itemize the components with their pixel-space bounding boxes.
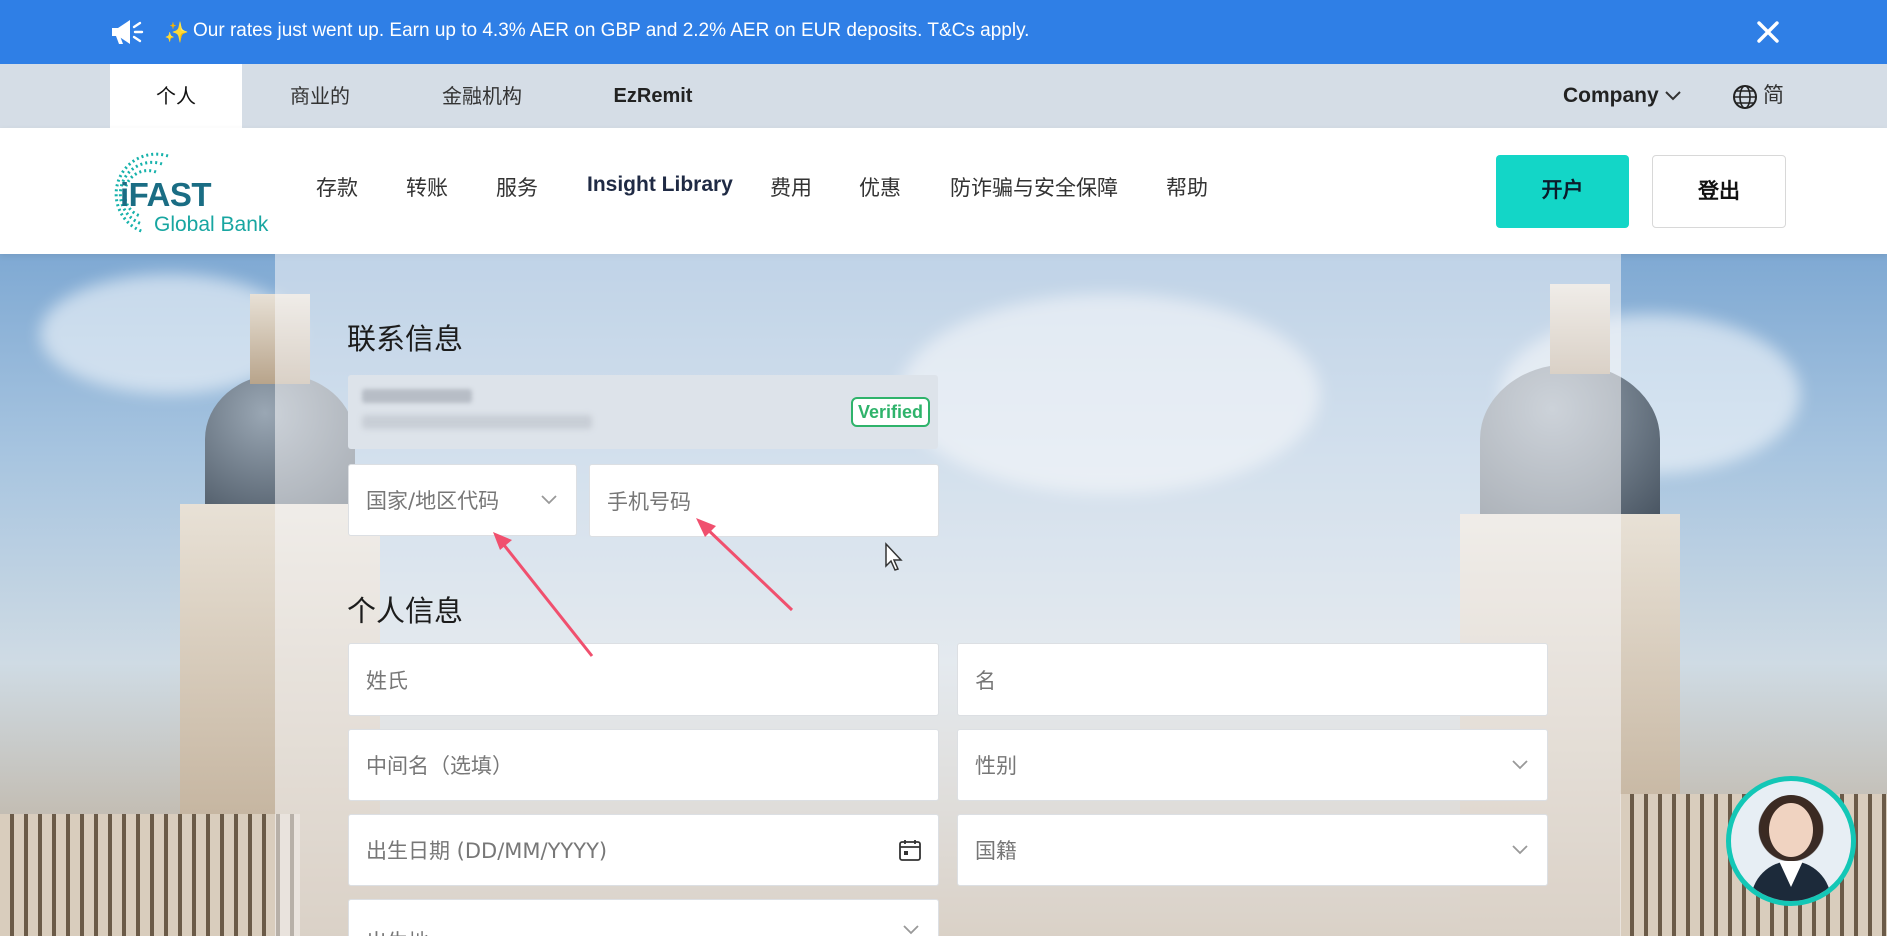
segment-tab-financial-institutions[interactable]: 金融机构: [428, 64, 536, 128]
mobile-number-placeholder: 手机号码: [607, 489, 691, 514]
given-name-placeholder: 名: [975, 668, 996, 693]
chevron-down-icon[interactable]: [1664, 90, 1682, 102]
nav-item-help[interactable]: 帮助: [1166, 172, 1208, 202]
nav-item-deposits[interactable]: 存款: [316, 172, 358, 202]
nav-item-services[interactable]: 服务: [496, 172, 538, 202]
announcement-banner: ✨ Our rates just went up. Earn up to 4.3…: [0, 0, 1887, 64]
globe-icon[interactable]: [1732, 84, 1758, 110]
contact-info-heading: 联系信息: [347, 322, 464, 356]
redacted-email: [362, 415, 592, 429]
nav-item-fraud-security[interactable]: 防诈骗与安全保障: [950, 172, 1118, 202]
redacted-name: [362, 389, 472, 403]
logout-button[interactable]: 登出: [1652, 155, 1786, 228]
logo-subtitle: Global Bank: [154, 213, 269, 236]
avatar-face: [1769, 803, 1813, 857]
language-switch[interactable]: 简: [1763, 64, 1784, 128]
ifast-logo[interactable]: iFAST Global Bank: [108, 146, 288, 238]
nav-item-promotions[interactable]: 优惠: [859, 172, 901, 202]
verified-badge: Verified: [851, 397, 931, 427]
chat-support-avatar[interactable]: [1726, 776, 1856, 906]
mobile-number-input[interactable]: 手机号码: [589, 464, 939, 537]
mouse-cursor-icon: [885, 542, 903, 571]
surname-placeholder: 姓氏: [366, 668, 408, 693]
surname-input[interactable]: 姓氏: [348, 643, 939, 716]
chevron-down-icon: [541, 495, 557, 505]
registration-form-panel: 联系信息 Verified 国家/地区代码 手机号码 个人信息 姓氏 名 中间名…: [275, 254, 1621, 936]
segment-bar: 个人 商业的 金融机构 EzRemit Company 简: [0, 64, 1887, 128]
main-navigation: iFAST Global Bank 存款 转账 服务 Insight Libra…: [0, 128, 1887, 254]
chevron-down-icon: [1512, 845, 1528, 855]
sparkle-emoji: ✨: [164, 22, 189, 44]
nav-item-insight-library[interactable]: Insight Library: [587, 173, 733, 197]
given-name-input[interactable]: 名: [957, 643, 1548, 716]
segment-tab-business[interactable]: 商业的: [270, 64, 370, 128]
chevron-down-icon: [1512, 760, 1528, 770]
nav-item-transfers[interactable]: 转账: [406, 172, 448, 202]
country-code-placeholder: 国家/地区代码: [366, 489, 500, 513]
gender-select[interactable]: 性别: [957, 729, 1548, 801]
calendar-icon[interactable]: [898, 838, 922, 862]
nationality-placeholder: 国籍: [975, 839, 1017, 863]
nav-item-fees[interactable]: 费用: [770, 172, 812, 202]
place-of-birth-placeholder: 出生地: [366, 926, 429, 936]
personal-info-heading: 个人信息: [347, 594, 464, 628]
segment-tab-ezremit[interactable]: EzRemit: [608, 64, 698, 128]
open-account-button[interactable]: 开户: [1496, 155, 1629, 228]
segment-tab-personal[interactable]: 个人: [110, 64, 242, 128]
logo-brand: iFAST: [120, 176, 212, 213]
middle-name-placeholder: 中间名（选填）: [366, 754, 513, 778]
megaphone-icon: [112, 20, 144, 44]
date-of-birth-placeholder: 出生日期 (DD/MM/YYYY): [366, 839, 608, 863]
date-of-birth-input[interactable]: 出生日期 (DD/MM/YYYY): [348, 814, 939, 886]
company-menu[interactable]: Company: [1563, 64, 1659, 128]
country-code-select[interactable]: 国家/地区代码: [348, 464, 577, 536]
middle-name-input[interactable]: 中间名（选填）: [348, 729, 939, 801]
banner-message: Our rates just went up. Earn up to 4.3% …: [193, 20, 1030, 41]
chevron-down-icon: [903, 925, 919, 935]
gender-placeholder: 性别: [975, 754, 1017, 778]
place-of-birth-select[interactable]: 出生地: [348, 899, 939, 936]
close-icon[interactable]: [1752, 16, 1784, 48]
verified-email-box: Verified: [348, 375, 938, 449]
nationality-select[interactable]: 国籍: [957, 814, 1548, 886]
